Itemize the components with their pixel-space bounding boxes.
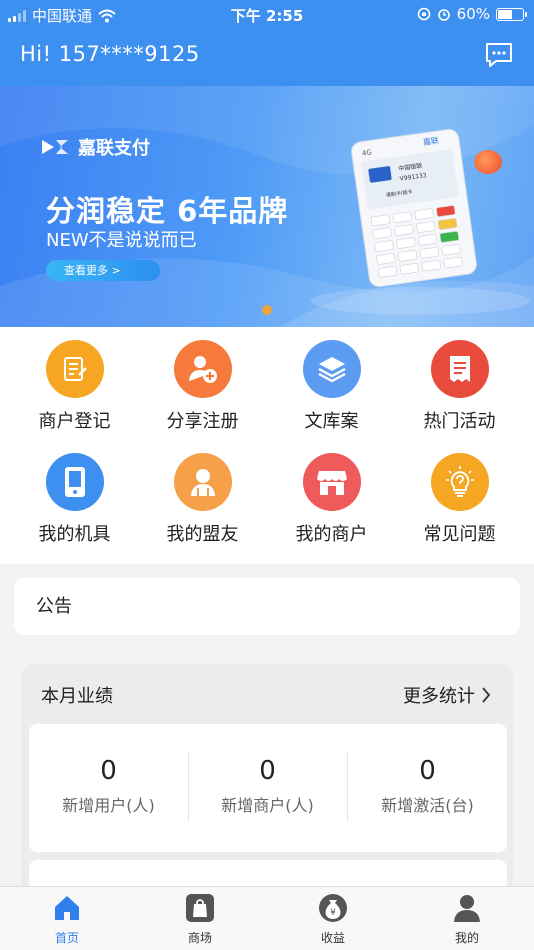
phone-device-icon [45, 453, 104, 511]
grid-item-label: 文库案 [304, 411, 359, 432]
alarm-icon [437, 9, 450, 21]
friend-icon [173, 453, 232, 511]
grid-item-label: 我的商户 [295, 524, 368, 545]
banner-subtitle: NEW不是说说而已 [46, 230, 197, 251]
grid-item-my-devices[interactable]: 我的机具 [8, 453, 141, 546]
performance-title: 本月业绩 [41, 686, 113, 707]
chevron-right-icon [482, 687, 491, 703]
tab-mine[interactable]: 我的 [427, 893, 507, 946]
feature-grid: 商户登记 分享注册 文库案 热门活动 我的机具 我的盟友 我的商户 常见问题 [0, 327, 534, 564]
person-icon [454, 895, 480, 922]
grid-item-my-allies[interactable]: 我的盟友 [136, 453, 269, 546]
grid-item-label: 热门活动 [423, 411, 496, 432]
more-stats-link[interactable]: 更多统计 [403, 682, 491, 708]
brand-logo: 嘉联支付 [40, 134, 150, 160]
brand-name: 嘉联支付 [78, 138, 150, 159]
tab-label: 收益 [320, 931, 345, 945]
grid-item-label: 商户登记 [38, 411, 111, 432]
tab-home[interactable]: 首页 [27, 893, 107, 946]
battery-percent: 60% [456, 5, 490, 23]
stat-caption: 新增激活(台) [381, 796, 474, 815]
tab-earnings[interactable]: ¥ 收益 [293, 893, 373, 946]
stat-caption: 新增商户(人) [221, 796, 314, 815]
grid-item-label: 分享注册 [166, 411, 239, 432]
money-bag-icon: ¥ [319, 894, 347, 922]
rotation-lock-icon [417, 7, 430, 21]
carousel-indicator[interactable] [262, 305, 272, 315]
stat-caption: 新增用户(人) [62, 796, 155, 815]
announcement-bar[interactable]: 公告 [14, 578, 520, 635]
tab-label: 首页 [54, 931, 79, 945]
layers-icon [302, 340, 361, 398]
grid-item-label: 我的盟友 [166, 524, 239, 545]
bulb-question-icon [430, 453, 489, 511]
bottom-tab-bar: 首页 商场 ¥ 收益 我的 [0, 886, 534, 950]
pos-terminal-image: 4G 嘉联 中国银联 V991133 请刷卡/插卡 [351, 128, 477, 288]
grid-item-library[interactable]: 文库案 [265, 340, 398, 433]
svg-text:¥: ¥ [330, 908, 336, 918]
performance-header: 本月业绩 更多统计 [21, 664, 513, 722]
stat-value: 0 [419, 756, 436, 786]
tab-label: 商场 [187, 931, 212, 945]
grid-item-share-register[interactable]: 分享注册 [136, 340, 269, 433]
grid-item-my-merchants[interactable]: 我的商户 [265, 453, 398, 546]
brand-logo-icon [42, 140, 68, 154]
stat-value: 0 [100, 756, 117, 786]
chat-bubble-icon[interactable] [484, 41, 514, 69]
stat-value: 0 [259, 756, 276, 786]
grid-item-label: 我的机具 [38, 524, 111, 545]
home-icon [55, 896, 79, 920]
promo-banner[interactable]: 嘉联支付 分润稳定 6年品牌 NEW不是说说而已 查看更多 > 4G 嘉联 中国… [0, 86, 534, 327]
banner-orb-decoration [474, 150, 502, 174]
status-bar: 中国联通 下午 2:55 60% [0, 0, 534, 30]
stat-new-users: 0 新增用户(人) [29, 724, 188, 852]
receipt-icon [430, 340, 489, 398]
banner-title: 分润稳定 6年品牌 [46, 194, 289, 228]
performance-stats: 0 新增用户(人) 0 新增商户(人) 0 新增激活(台) [29, 724, 507, 852]
stat-new-merchants: 0 新增商户(人) [188, 724, 347, 852]
grid-item-merchant-register[interactable]: 商户登记 [8, 340, 141, 433]
user-add-icon [173, 340, 232, 398]
grid-item-label: 常见问题 [423, 524, 496, 545]
grid-item-faq[interactable]: 常见问题 [393, 453, 526, 546]
tab-label: 我的 [454, 931, 479, 945]
shop-icon [302, 453, 361, 511]
app-header: 中国联通 下午 2:55 60% Hi! 157****9125 [0, 0, 534, 86]
tab-mall[interactable]: 商场 [160, 893, 240, 946]
shopping-bag-icon [186, 894, 214, 922]
greeting-text: Hi! 157****9125 [20, 42, 200, 66]
battery-icon [496, 7, 527, 21]
grid-item-hot-activity[interactable]: 热门活动 [393, 340, 526, 433]
edit-note-icon [45, 340, 104, 398]
stat-new-activations: 0 新增激活(台) [348, 724, 507, 852]
monthly-performance-card: 本月业绩 更多统计 0 新增用户(人) 0 新增商户(人) 0 新增激活(台) [21, 664, 513, 900]
pos-top-label: 4G [361, 148, 372, 157]
more-stats-label: 更多统计 [403, 686, 475, 707]
view-more-button[interactable]: 查看更多 > [46, 260, 160, 281]
